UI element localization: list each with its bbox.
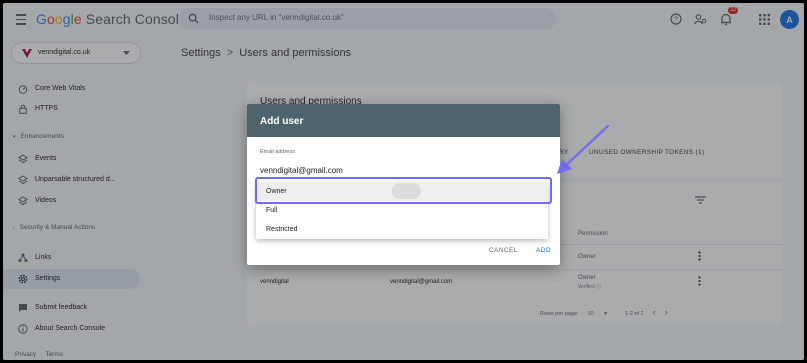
add-button[interactable]: ADD (536, 247, 551, 254)
dialog-title: Add user (260, 116, 304, 127)
email-label: Email address (260, 149, 295, 155)
email-field[interactable]: venndigital@gmail.com (260, 166, 343, 175)
owner-option-highlight (255, 177, 552, 204)
annotation-arrow-icon (557, 124, 610, 174)
app-window: Google Search Console Inspect any URL in… (3, 3, 804, 360)
cancel-button[interactable]: CANCEL (489, 247, 518, 254)
option-restricted[interactable]: Restricted (256, 220, 548, 239)
dialog-header: Add user (247, 104, 560, 137)
